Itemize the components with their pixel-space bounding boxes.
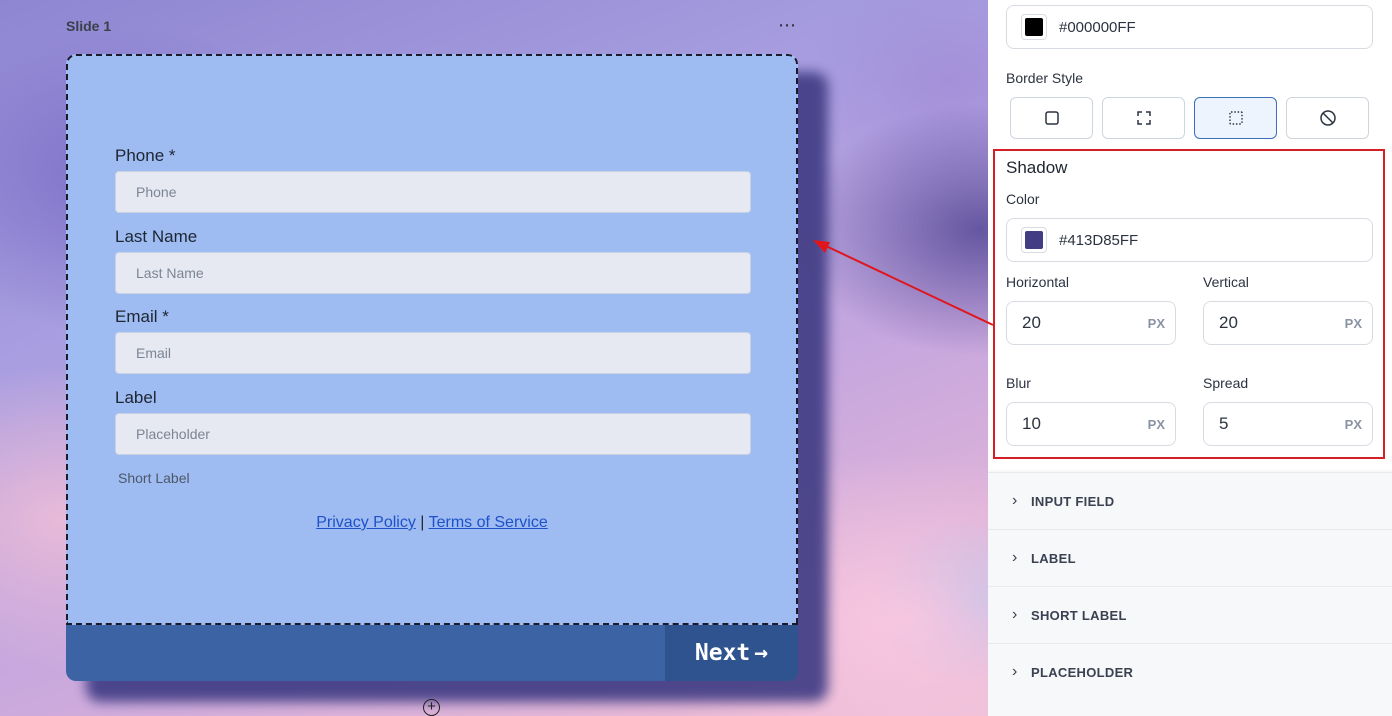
spread-label: Spread — [1203, 375, 1249, 391]
next-button[interactable]: Next → — [665, 625, 798, 681]
slide-title: Slide 1 — [66, 18, 112, 34]
link-separator: | — [420, 514, 425, 531]
border-style-corners-button[interactable] — [1102, 97, 1185, 139]
add-slide-icon[interactable]: + — [423, 699, 440, 716]
blur-label: Blur — [1006, 375, 1031, 391]
phone-placeholder: Phone — [136, 184, 177, 200]
horizontal-input[interactable]: 20 PX — [1006, 301, 1176, 345]
privacy-policy-link[interactable]: Privacy Policy — [316, 514, 416, 531]
email-input[interactable]: Email — [115, 332, 751, 374]
chevron-right-icon: › — [1012, 549, 1018, 566]
border-style-solid-button[interactable] — [1010, 97, 1093, 139]
legal-links: Privacy Policy | Terms of Service — [68, 514, 796, 532]
border-color-field[interactable]: #000000FF — [1006, 5, 1373, 49]
custom-placeholder: Placeholder — [136, 426, 210, 442]
form-footer: Next → — [66, 625, 798, 681]
section-title: LABEL — [1031, 550, 1076, 566]
horizontal-unit: PX — [1147, 315, 1165, 331]
shadow-color-label: Color — [1006, 191, 1040, 207]
form-card[interactable]: Phone * Phone Last Name Last Name Email … — [66, 54, 798, 681]
no-border-icon — [1319, 110, 1336, 126]
border-color-swatch[interactable] — [1021, 14, 1047, 40]
section-input-field[interactable]: › INPUT FIELD — [988, 472, 1392, 529]
custom-input[interactable]: Placeholder — [115, 413, 751, 455]
form-body[interactable]: Phone * Phone Last Name Last Name Email … — [66, 54, 798, 625]
solid-square-icon — [1044, 111, 1059, 125]
chevron-right-icon: › — [1012, 606, 1018, 623]
email-label: Email * — [115, 307, 169, 326]
phone-label: Phone * — [115, 146, 176, 165]
shadow-title: Shadow — [1006, 158, 1068, 177]
section-short-label[interactable]: › SHORT LABEL — [988, 586, 1392, 643]
shadow-color-value: #413D85FF — [1059, 231, 1139, 249]
last-name-input[interactable]: Last Name — [115, 252, 751, 294]
chevron-right-icon: › — [1012, 492, 1018, 509]
blur-unit: PX — [1147, 416, 1165, 432]
phone-input[interactable]: Phone — [115, 171, 751, 213]
custom-label: Label — [115, 388, 157, 407]
border-color-value: #000000FF — [1059, 18, 1136, 36]
chevron-right-icon: › — [1012, 663, 1018, 680]
section-label[interactable]: › LABEL — [988, 529, 1392, 586]
vertical-input[interactable]: 20 PX — [1203, 301, 1373, 345]
blur-input[interactable]: 10 PX — [1006, 402, 1176, 446]
shadow-color-swatch[interactable] — [1021, 227, 1047, 253]
section-placeholder[interactable]: › PLACEHOLDER — [988, 643, 1392, 700]
corners-icon — [1136, 111, 1151, 125]
vertical-unit: PX — [1344, 315, 1362, 331]
border-style-dotted-button[interactable] — [1194, 97, 1277, 139]
blur-value: 10 — [1022, 414, 1041, 433]
section-title: SHORT LABEL — [1031, 607, 1127, 623]
next-button-label: Next — [694, 640, 751, 666]
email-placeholder: Email — [136, 345, 172, 361]
section-title: INPUT FIELD — [1031, 493, 1115, 509]
last-name-label: Last Name — [115, 227, 198, 246]
settings-panel: #000000FF Border Style Shadow Color #413… — [988, 0, 1392, 716]
panel-properties: #000000FF Border Style Shadow Color #413… — [988, 0, 1392, 470]
terms-of-service-link[interactable]: Terms of Service — [429, 514, 548, 531]
horizontal-label: Horizontal — [1006, 274, 1070, 290]
slide-menu-icon[interactable]: ⋯ — [778, 16, 797, 34]
dotted-square-icon — [1228, 111, 1243, 125]
short-label: Short Label — [118, 470, 190, 486]
border-style-none-button[interactable] — [1286, 97, 1369, 139]
shadow-color-field[interactable]: #413D85FF — [1006, 218, 1373, 262]
horizontal-value: 20 — [1022, 313, 1041, 332]
last-name-placeholder: Last Name — [136, 265, 204, 281]
spread-unit: PX — [1344, 416, 1362, 432]
border-style-label: Border Style — [1006, 70, 1084, 86]
section-title: PLACEHOLDER — [1031, 664, 1134, 680]
vertical-label: Vertical — [1203, 274, 1249, 290]
spread-input[interactable]: 5 PX — [1203, 402, 1373, 446]
vertical-value: 20 — [1219, 313, 1238, 332]
arrow-right-icon: → — [754, 640, 769, 666]
spread-value: 5 — [1219, 414, 1229, 433]
